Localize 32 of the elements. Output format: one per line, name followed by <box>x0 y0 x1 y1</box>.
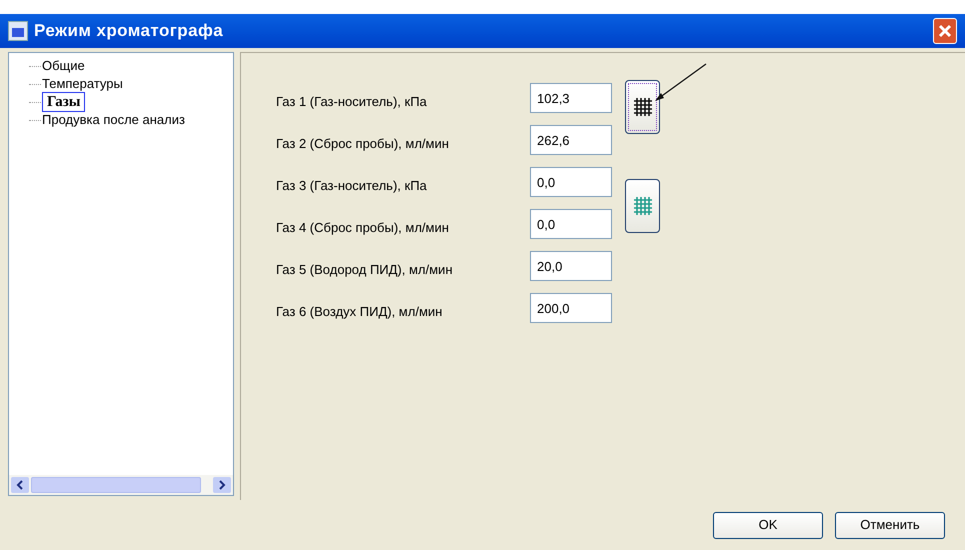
window-title: Режим хроматографа <box>34 20 224 42</box>
table-button[interactable] <box>625 179 660 233</box>
input-field[interactable]: 200,0 <box>530 293 612 323</box>
dialog-button[interactable]: OK <box>713 512 823 538</box>
field-label: Газ 4 (Сброс пробы), мл/мин <box>276 219 450 237</box>
grid-icon <box>634 197 652 215</box>
field-label: Газ 1 (Газ-носитель), кПа <box>276 93 428 111</box>
close-icon <box>938 24 952 38</box>
input-field[interactable]: 102,3 <box>530 83 612 113</box>
input-field[interactable]: 20,0 <box>530 251 612 281</box>
tree-item[interactable]: Общие <box>42 56 85 76</box>
input-field[interactable]: 0,0 <box>530 209 612 239</box>
tree-item[interactable]: Газы <box>42 92 86 112</box>
chevron-left-icon <box>16 480 24 490</box>
close-button[interactable] <box>933 18 957 44</box>
table-button[interactable] <box>625 80 660 134</box>
grid-icon <box>634 98 652 116</box>
field-label: Газ 5 (Водород ПИД), мл/мин <box>276 261 454 279</box>
scroll-thumb[interactable] <box>31 477 201 493</box>
field-label: Газ 6 (Воздух ПИД), мл/мин <box>276 303 444 321</box>
scroll-left-button[interactable] <box>11 477 29 493</box>
tree-item[interactable]: Продувка после анализ <box>42 110 185 130</box>
tree-item[interactable]: Температуры <box>42 74 123 94</box>
app-icon <box>8 21 28 41</box>
horizontal-scrollbar[interactable] <box>9 475 233 495</box>
field-label: Газ 2 (Сброс пробы), мл/мин <box>276 135 450 153</box>
scroll-right-button[interactable] <box>213 477 231 493</box>
input-field[interactable]: 262,6 <box>530 125 612 155</box>
input-field[interactable]: 0,0 <box>530 167 612 197</box>
dialog-button[interactable]: Отменить <box>835 512 945 538</box>
chevron-right-icon <box>218 480 226 490</box>
field-label: Газ 3 (Газ-носитель), кПа <box>276 177 428 195</box>
